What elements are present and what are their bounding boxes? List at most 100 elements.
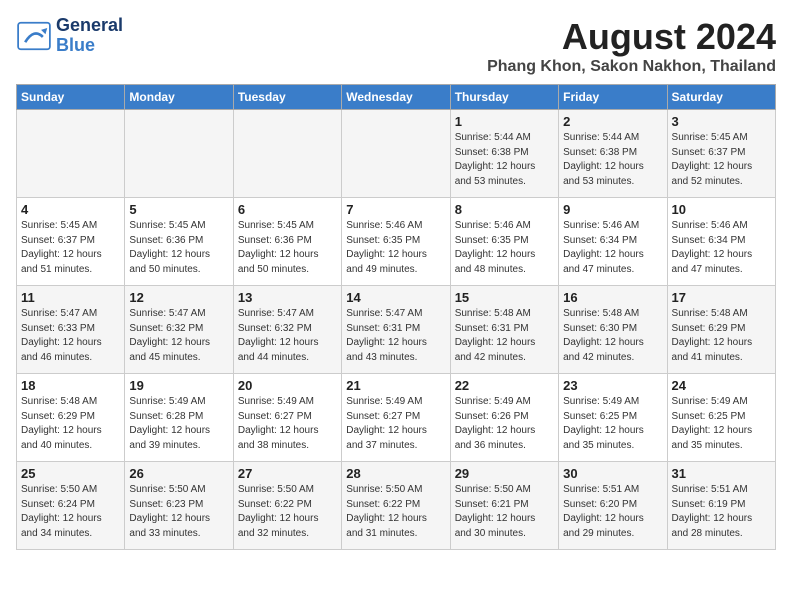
calendar-cell: 27Sunrise: 5:50 AM Sunset: 6:22 PM Dayli… — [233, 462, 341, 550]
day-number: 3 — [672, 114, 771, 129]
col-header-saturday: Saturday — [667, 85, 775, 110]
logo-icon — [16, 21, 52, 51]
day-info: Sunrise: 5:47 AM Sunset: 6:32 PM Dayligh… — [238, 307, 337, 365]
day-number: 30 — [563, 466, 662, 481]
day-info: Sunrise: 5:50 AM Sunset: 6:24 PM Dayligh… — [21, 483, 120, 541]
logo-general: General — [56, 15, 123, 35]
day-info: Sunrise: 5:44 AM Sunset: 6:38 PM Dayligh… — [455, 131, 554, 189]
day-info: Sunrise: 5:49 AM Sunset: 6:25 PM Dayligh… — [672, 395, 771, 453]
day-number: 24 — [672, 378, 771, 393]
day-info: Sunrise: 5:50 AM Sunset: 6:23 PM Dayligh… — [129, 483, 228, 541]
day-info: Sunrise: 5:47 AM Sunset: 6:32 PM Dayligh… — [129, 307, 228, 365]
day-info: Sunrise: 5:46 AM Sunset: 6:35 PM Dayligh… — [455, 219, 554, 277]
title-block: August 2024 Phang Khon, Sakon Nakhon, Th… — [487, 16, 776, 76]
calendar-cell — [125, 110, 233, 198]
calendar-cell: 6 Sunrise: 5:45 AM Sunset: 6:36 PM Daylig… — [233, 198, 341, 286]
subtitle: Phang Khon, Sakon Nakhon, Thailand — [487, 58, 776, 76]
calendar-cell: 22Sunrise: 5:49 AM Sunset: 6:26 PM Dayli… — [450, 374, 558, 462]
day-info: Sunrise: 5:49 AM Sunset: 6:27 PM Dayligh… — [346, 395, 445, 453]
calendar-cell: 14 Sunrise: 5:47 AM Sunset: 6:31 PM Dayli… — [342, 286, 450, 374]
calendar-cell: 15Sunrise: 5:48 AM Sunset: 6:31 PM Dayli… — [450, 286, 558, 374]
calendar-cell: 31 Sunrise: 5:51 AM Sunset: 6:19 PM Dayli… — [667, 462, 775, 550]
day-number: 21 — [346, 378, 445, 393]
calendar-cell: 4 Sunrise: 5:45 AM Sunset: 6:37 PM Daylig… — [17, 198, 125, 286]
day-number: 4 — [21, 202, 120, 217]
calendar-cell: 28Sunrise: 5:50 AM Sunset: 6:22 PM Dayli… — [342, 462, 450, 550]
calendar-table: SundayMondayTuesdayWednesdayThursdayFrid… — [16, 84, 776, 550]
calendar-cell: 19 Sunrise: 5:49 AM Sunset: 6:28 PM Dayli… — [125, 374, 233, 462]
day-info: Sunrise: 5:48 AM Sunset: 6:29 PM Dayligh… — [672, 307, 771, 365]
day-number: 8 — [455, 202, 554, 217]
day-info: Sunrise: 5:47 AM Sunset: 6:31 PM Dayligh… — [346, 307, 445, 365]
day-number: 10 — [672, 202, 771, 217]
day-info: Sunrise: 5:48 AM Sunset: 6:30 PM Dayligh… — [563, 307, 662, 365]
calendar-cell: 10Sunrise: 5:46 AM Sunset: 6:34 PM Dayli… — [667, 198, 775, 286]
day-info: Sunrise: 5:49 AM Sunset: 6:26 PM Dayligh… — [455, 395, 554, 453]
day-info: Sunrise: 5:44 AM Sunset: 6:38 PM Dayligh… — [563, 131, 662, 189]
calendar-cell: 11 Sunrise: 5:47 AM Sunset: 6:33 PM Dayli… — [17, 286, 125, 374]
col-header-sunday: Sunday — [17, 85, 125, 110]
day-number: 29 — [455, 466, 554, 481]
day-info: Sunrise: 5:50 AM Sunset: 6:21 PM Dayligh… — [455, 483, 554, 541]
calendar-cell: 24 Sunrise: 5:49 AM Sunset: 6:25 PM Dayli… — [667, 374, 775, 462]
page-header: General Blue August 2024 Phang Khon, Sak… — [16, 16, 776, 76]
logo: General Blue — [16, 16, 123, 56]
day-info: Sunrise: 5:48 AM Sunset: 6:29 PM Dayligh… — [21, 395, 120, 453]
day-number: 16 — [563, 290, 662, 305]
day-number: 7 — [346, 202, 445, 217]
col-header-friday: Friday — [559, 85, 667, 110]
day-info: Sunrise: 5:46 AM Sunset: 6:34 PM Dayligh… — [563, 219, 662, 277]
day-info: Sunrise: 5:51 AM Sunset: 6:19 PM Dayligh… — [672, 483, 771, 541]
day-number: 18 — [21, 378, 120, 393]
calendar-cell: 3 Sunrise: 5:45 AM Sunset: 6:37 PM Daylig… — [667, 110, 775, 198]
day-number: 19 — [129, 378, 228, 393]
day-number: 15 — [455, 290, 554, 305]
calendar-cell: 5 Sunrise: 5:45 AM Sunset: 6:36 PM Daylig… — [125, 198, 233, 286]
logo-text: General Blue — [56, 16, 123, 56]
day-number: 31 — [672, 466, 771, 481]
calendar-cell: 30 Sunrise: 5:51 AM Sunset: 6:20 PM Dayli… — [559, 462, 667, 550]
col-header-thursday: Thursday — [450, 85, 558, 110]
day-number: 28 — [346, 466, 445, 481]
col-header-tuesday: Tuesday — [233, 85, 341, 110]
day-number: 26 — [129, 466, 228, 481]
calendar-cell: 16 Sunrise: 5:48 AM Sunset: 6:30 PM Dayli… — [559, 286, 667, 374]
calendar-cell: 17 Sunrise: 5:48 AM Sunset: 6:29 PM Dayli… — [667, 286, 775, 374]
day-info: Sunrise: 5:45 AM Sunset: 6:37 PM Dayligh… — [672, 131, 771, 189]
day-number: 5 — [129, 202, 228, 217]
day-number: 23 — [563, 378, 662, 393]
calendar-cell: 13 Sunrise: 5:47 AM Sunset: 6:32 PM Dayli… — [233, 286, 341, 374]
day-info: Sunrise: 5:45 AM Sunset: 6:37 PM Dayligh… — [21, 219, 120, 277]
calendar-cell: 26 Sunrise: 5:50 AM Sunset: 6:23 PM Dayli… — [125, 462, 233, 550]
calendar-cell: 7Sunrise: 5:46 AM Sunset: 6:35 PM Daylig… — [342, 198, 450, 286]
day-info: Sunrise: 5:49 AM Sunset: 6:28 PM Dayligh… — [129, 395, 228, 453]
day-number: 14 — [346, 290, 445, 305]
calendar-cell: 8 Sunrise: 5:46 AM Sunset: 6:35 PM Daylig… — [450, 198, 558, 286]
calendar-cell: 20Sunrise: 5:49 AM Sunset: 6:27 PM Dayli… — [233, 374, 341, 462]
day-info: Sunrise: 5:45 AM Sunset: 6:36 PM Dayligh… — [238, 219, 337, 277]
day-number: 11 — [21, 290, 120, 305]
day-number: 6 — [238, 202, 337, 217]
day-number: 9 — [563, 202, 662, 217]
day-info: Sunrise: 5:47 AM Sunset: 6:33 PM Dayligh… — [21, 307, 120, 365]
calendar-cell — [17, 110, 125, 198]
day-info: Sunrise: 5:45 AM Sunset: 6:36 PM Dayligh… — [129, 219, 228, 277]
calendar-cell: 21 Sunrise: 5:49 AM Sunset: 6:27 PM Dayli… — [342, 374, 450, 462]
calendar-cell: 18 Sunrise: 5:48 AM Sunset: 6:29 PM Dayli… — [17, 374, 125, 462]
calendar-cell: 1Sunrise: 5:44 AM Sunset: 6:38 PM Daylig… — [450, 110, 558, 198]
day-info: Sunrise: 5:49 AM Sunset: 6:27 PM Dayligh… — [238, 395, 337, 453]
calendar-cell: 9 Sunrise: 5:46 AM Sunset: 6:34 PM Daylig… — [559, 198, 667, 286]
day-info: Sunrise: 5:49 AM Sunset: 6:25 PM Dayligh… — [563, 395, 662, 453]
calendar-cell: 29 Sunrise: 5:50 AM Sunset: 6:21 PM Dayli… — [450, 462, 558, 550]
calendar-cell: 23 Sunrise: 5:49 AM Sunset: 6:25 PM Dayli… — [559, 374, 667, 462]
day-info: Sunrise: 5:51 AM Sunset: 6:20 PM Dayligh… — [563, 483, 662, 541]
calendar-cell: 12Sunrise: 5:47 AM Sunset: 6:32 PM Dayli… — [125, 286, 233, 374]
calendar-cell — [233, 110, 341, 198]
day-info: Sunrise: 5:50 AM Sunset: 6:22 PM Dayligh… — [238, 483, 337, 541]
day-number: 13 — [238, 290, 337, 305]
col-header-monday: Monday — [125, 85, 233, 110]
day-number: 2 — [563, 114, 662, 129]
calendar-cell: 2 Sunrise: 5:44 AM Sunset: 6:38 PM Daylig… — [559, 110, 667, 198]
day-number: 17 — [672, 290, 771, 305]
calendar-cell: 25Sunrise: 5:50 AM Sunset: 6:24 PM Dayli… — [17, 462, 125, 550]
